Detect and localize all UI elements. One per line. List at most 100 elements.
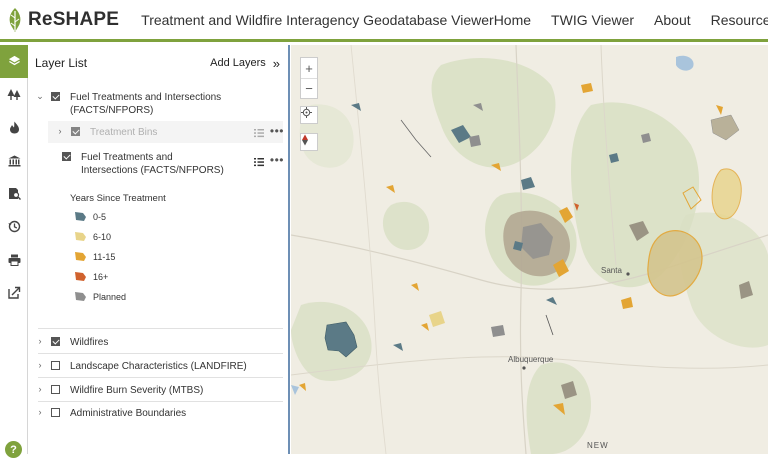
main-nav: Home TWIG Viewer About Resources [494, 12, 768, 28]
mtbs-label: Wildfire Burn Severity (MTBS) [70, 385, 204, 396]
treatment-polygon-6-10 [429, 311, 445, 327]
landfire-checkbox[interactable] [51, 361, 60, 370]
road [545, 314, 554, 336]
legend-item: 6-10 [74, 231, 111, 242]
layer-group-row[interactable]: ⌄ Fuel Treatments and Intersections (FAC… [35, 91, 290, 117]
chevron-right-icon[interactable]: › [35, 384, 45, 394]
legend-swatch [75, 212, 86, 221]
add-layers-button[interactable]: Add Layers » [210, 56, 280, 71]
time-slider-button[interactable] [0, 210, 28, 243]
locate-button[interactable] [300, 106, 318, 124]
chevron-down-icon[interactable]: ⌄ [35, 91, 45, 102]
add-layers-label: Add Layers [210, 57, 266, 69]
layer-row-landfire[interactable]: › Landscape Characteristics (LANDFIRE) [35, 360, 290, 373]
legend-swatch [75, 292, 86, 301]
divider [38, 401, 283, 402]
legend-swatch [75, 232, 86, 241]
chevron-right-icon[interactable]: › [35, 360, 45, 370]
legend-list-icon[interactable] [254, 128, 264, 138]
legend-swatch [75, 272, 86, 281]
tree-icon [7, 89, 21, 100]
treatment-polygon-0-5 [546, 297, 557, 305]
map-view[interactable]: Santa Albuquerque NEW + − [291, 45, 768, 454]
admin-boundaries-label: Administrative Boundaries [70, 408, 187, 419]
legend-label: Planned [93, 291, 127, 302]
town-albuquerque-dot [522, 366, 526, 370]
map-label-albuquerque: Albuquerque [508, 355, 554, 364]
treatment-polygon-0-5 [393, 343, 403, 351]
layer-row-mtbs[interactable]: › Wildfire Burn Severity (MTBS) [35, 384, 290, 397]
chevron-right-icon[interactable]: › [55, 126, 65, 136]
panel-title: Layer List [35, 56, 88, 70]
treatment-bins-checkbox[interactable] [71, 127, 80, 136]
print-button[interactable] [0, 243, 28, 276]
treatment-polygon-11-15 [716, 105, 723, 115]
layers-icon [8, 55, 20, 66]
more-options-icon[interactable]: ••• [270, 153, 284, 167]
share-button[interactable] [0, 276, 28, 309]
nav-home[interactable]: Home [494, 12, 531, 28]
wildfires-checkbox[interactable] [51, 337, 60, 346]
wildfire-button[interactable] [0, 111, 28, 144]
agency-button[interactable] [0, 144, 28, 177]
legend-item: 11-15 [74, 251, 115, 262]
town-santa-dot [626, 272, 630, 276]
divider [38, 353, 283, 354]
layer-row-admin-boundaries[interactable]: › Administrative Boundaries [35, 407, 290, 420]
treatment-polygon-planned [710, 114, 740, 141]
app-header: ReSHAPE Treatment and Wildfire Interagen… [0, 0, 768, 42]
reshape-logo[interactable]: ReSHAPE [0, 0, 119, 41]
treatment-polygon-11-15 [386, 185, 395, 193]
wildfires-label: Wildfires [70, 337, 109, 348]
legend-label: 11-15 [93, 251, 116, 262]
legend-swatch [75, 252, 86, 261]
zoom-in-button[interactable]: + [301, 58, 317, 78]
query-button[interactable] [0, 177, 28, 210]
fuel-treatments-label: Fuel Treatments and Intersections (FACTS… [81, 152, 224, 176]
treatment-bins-label: Treatment Bins [90, 127, 158, 138]
treatment-polygon-11-15 [411, 283, 419, 291]
app-title: Treatment and Wildfire Interagency Geoda… [141, 11, 494, 28]
legend-list-icon[interactable] [254, 157, 264, 167]
nav-twig-viewer[interactable]: TWIG Viewer [551, 12, 634, 28]
chevron-right-icon[interactable]: › [35, 407, 45, 417]
more-options-icon[interactable]: ••• [270, 124, 284, 138]
legend-item: Planned [74, 291, 126, 302]
admin-boundaries-checkbox[interactable] [51, 408, 60, 417]
legend-label: 0-5 [93, 211, 107, 222]
map-label-santa: Santa [601, 266, 622, 275]
mtbs-checkbox[interactable] [51, 385, 60, 394]
forest-area [382, 201, 430, 250]
compass-button[interactable] [300, 133, 318, 151]
history-icon [8, 220, 20, 233]
treatment-polygon-0-5 [351, 103, 361, 111]
compass-icon [302, 134, 308, 146]
treatment-polygon-planned [469, 135, 481, 147]
treatment-polygon-11-15 [421, 323, 429, 331]
nav-about[interactable]: About [654, 12, 691, 28]
landfire-label: Landscape Characteristics (LANDFIRE) [70, 361, 247, 372]
trees-button[interactable] [0, 78, 28, 111]
zoom-out-button[interactable]: − [301, 78, 317, 98]
map-canvas[interactable] [291, 45, 768, 454]
double-chevron-right-icon: » [272, 55, 280, 71]
treatment-polygon-planned [491, 325, 505, 337]
legend-label: 6-10 [93, 231, 112, 242]
zoom-control: + − [300, 57, 318, 99]
layer-row-wildfires[interactable]: › Wildfires [35, 336, 290, 349]
forest-area [431, 57, 556, 168]
nav-resources[interactable]: Resources [711, 12, 768, 28]
treatment-polygon-11-15 [299, 383, 306, 391]
widget-toolbar: ? [0, 45, 28, 458]
group-label: Fuel Treatments and Intersections (FACTS… [70, 92, 222, 116]
divider [38, 377, 283, 378]
layers-button[interactable] [0, 45, 28, 78]
group-checkbox[interactable] [51, 92, 60, 101]
print-icon [8, 254, 20, 266]
fuel-treatments-checkbox[interactable] [62, 152, 71, 161]
road [400, 119, 432, 158]
lake [676, 55, 694, 71]
chevron-right-icon[interactable]: › [35, 336, 45, 346]
help-button[interactable]: ? [5, 441, 22, 458]
legend-item: 16+ [74, 271, 108, 282]
